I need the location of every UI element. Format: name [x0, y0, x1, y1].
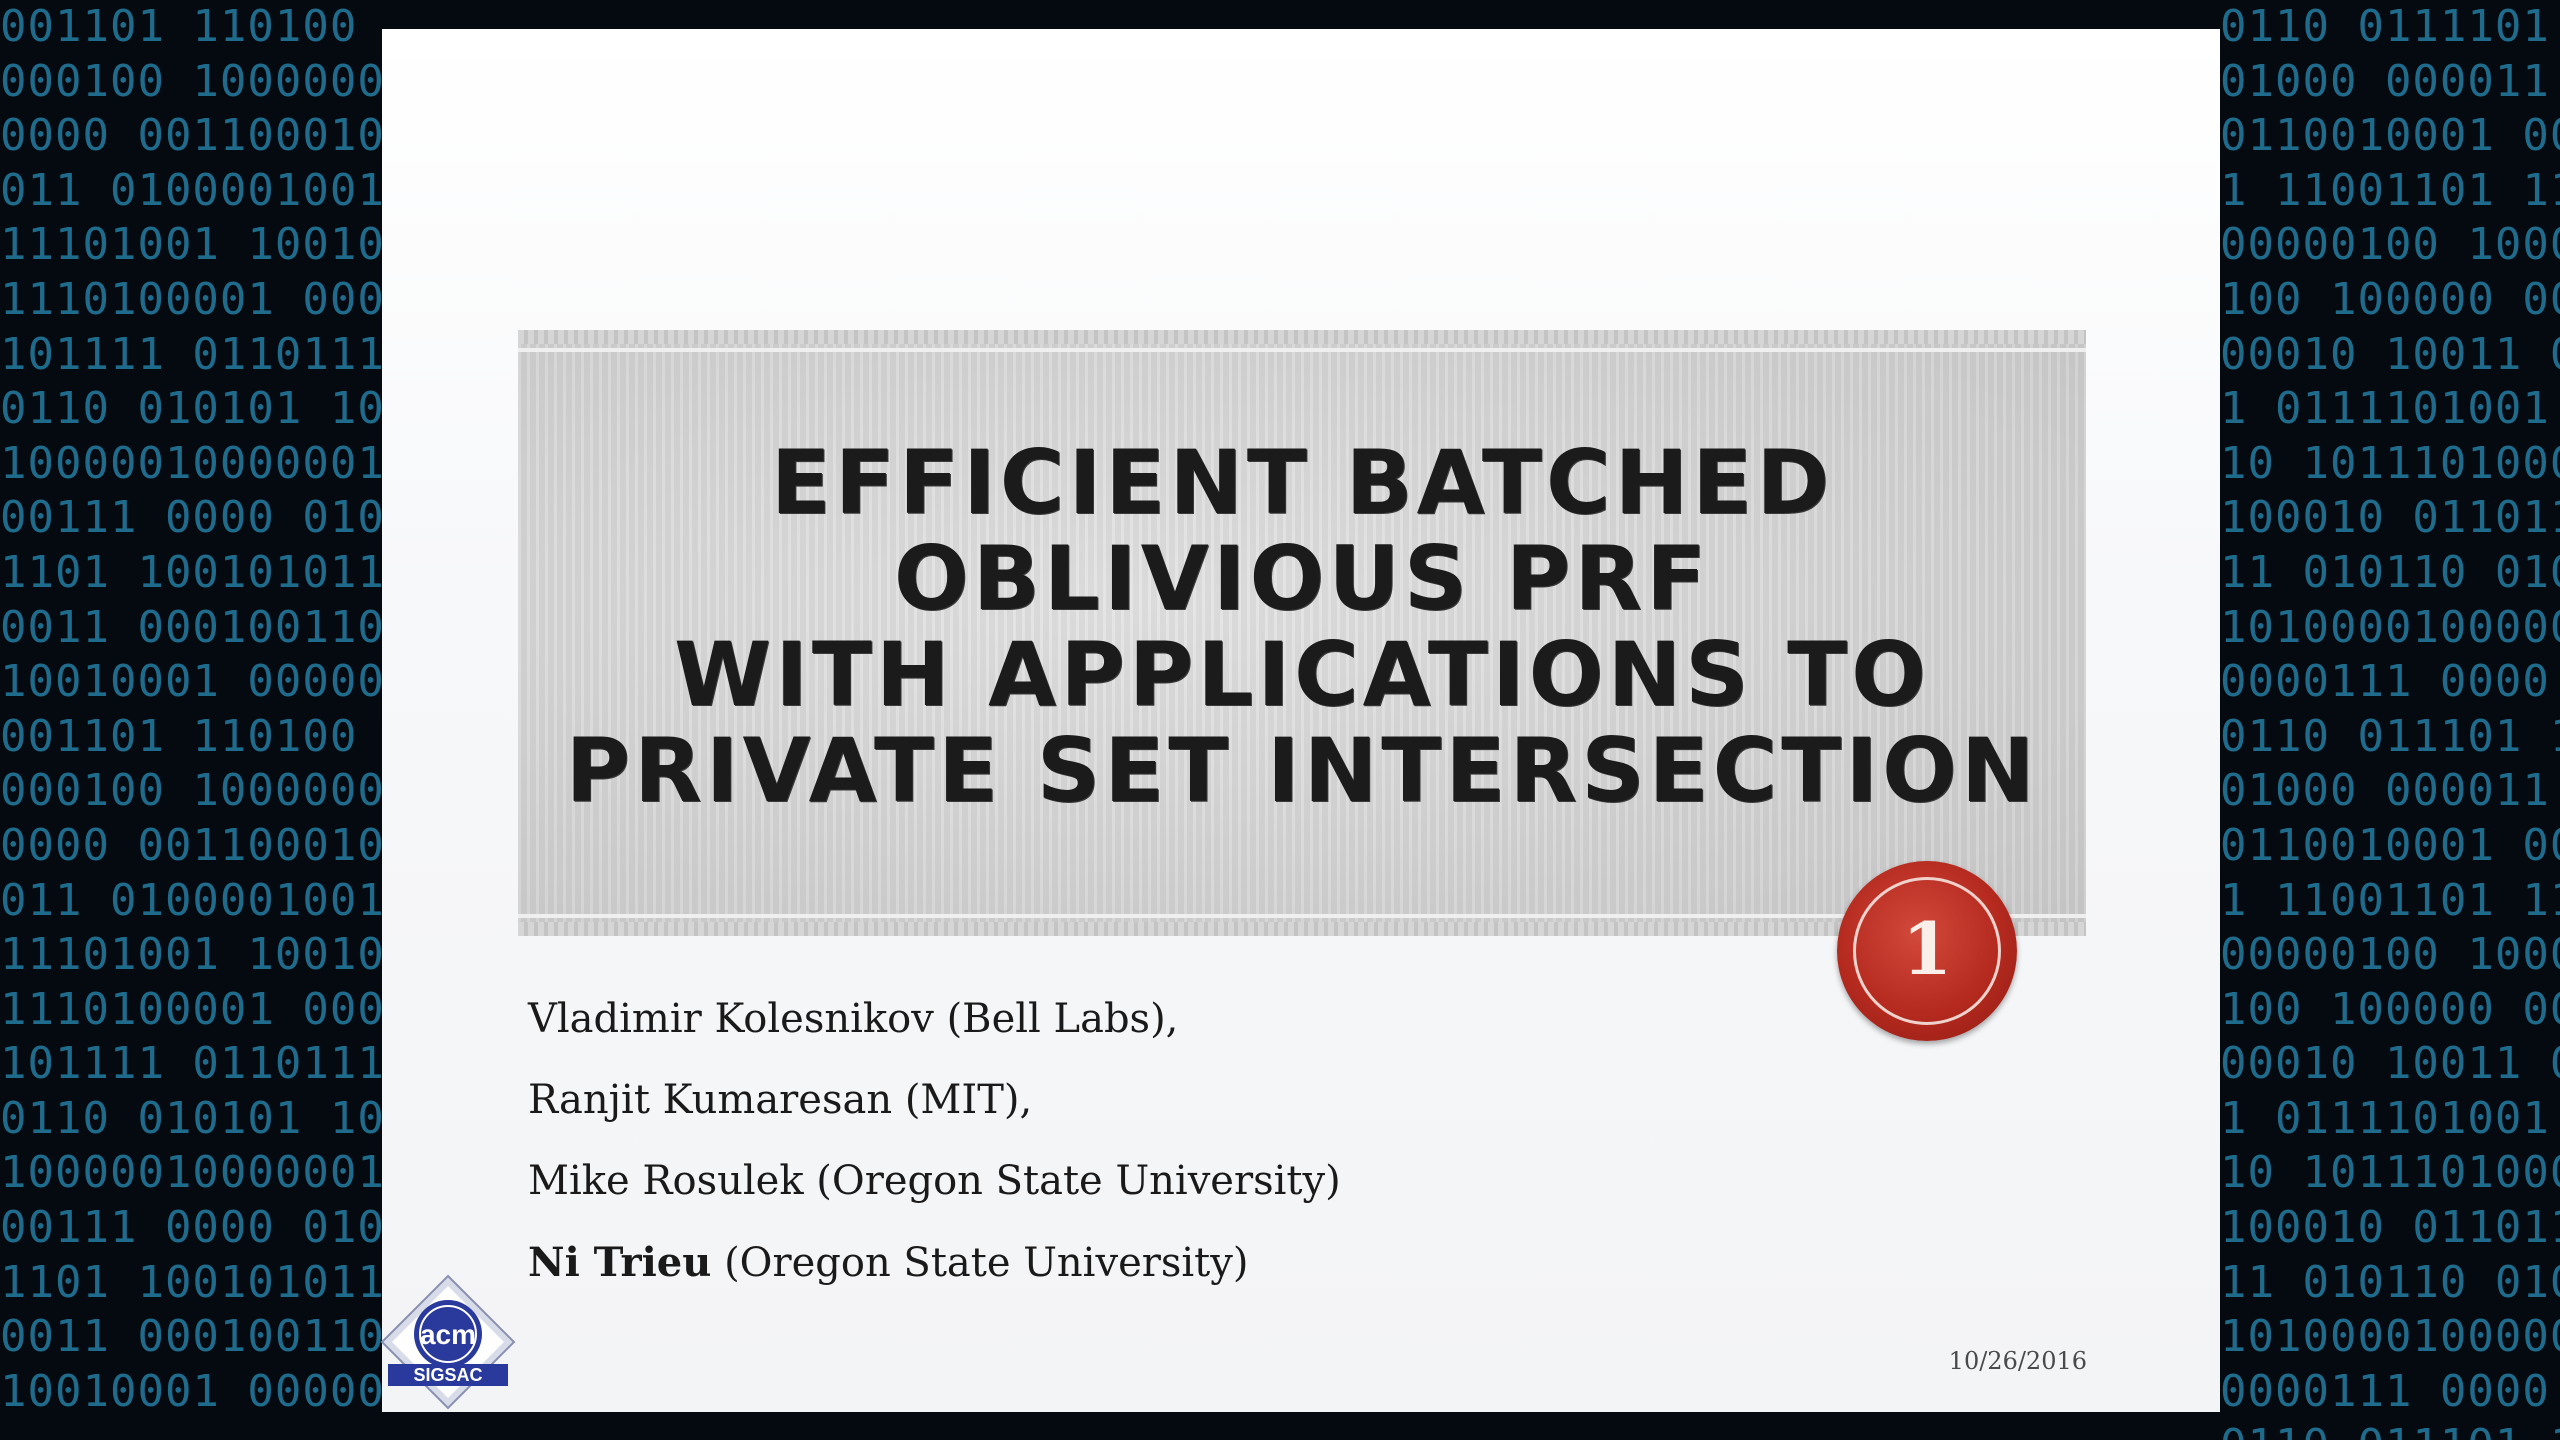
binary-row: 10 10111010000: [2220, 437, 2560, 489]
binary-row: 00010 10011 01: [2220, 1038, 2560, 1090]
binary-row: 1010000100000: [2220, 601, 2560, 653]
binary-row: 10000010000001 1: [0, 1147, 382, 1199]
binary-row: 01000 000011 0: [2220, 765, 2550, 817]
logo-top-text: acm: [420, 1319, 476, 1350]
binary-row: 000100 1000000 0: [0, 55, 382, 107]
binary-row: 0000 0011000101: [0, 819, 382, 871]
slide-date: 10/26/2016: [1948, 1347, 2087, 1375]
binary-row: 100 100000 001: [2220, 273, 2560, 325]
binary-row: 11101001 1001010: [0, 929, 382, 981]
binary-row: 00111 0000 01001: [0, 1202, 382, 1254]
binary-row: 0011 000100110 0: [0, 601, 382, 653]
presentation-slide: Efficient Batched Oblivious PRF with App…: [382, 29, 2220, 1412]
binary-row: 100010 0110111: [2220, 492, 2560, 544]
author-name: Ranjit Kumaresan: [528, 1077, 893, 1123]
author-name: Mike Rosulek: [528, 1158, 804, 1204]
binary-row: 001101 110100 00: [0, 710, 358, 762]
binary-row: 100010 0110111: [2220, 1202, 2560, 1254]
binary-row: 1110100001 00000: [0, 273, 382, 325]
binary-row: 000100 1000000 0: [0, 765, 382, 817]
binary-row: 1110100001 00000: [0, 983, 382, 1035]
binary-row: 10010001 000000: [0, 656, 382, 708]
binary-row: 10 10111010000: [2220, 1147, 2560, 1199]
binary-row: 001101 110100 00: [0, 1, 358, 52]
title-banner: Efficient Batched Oblivious PRF with App…: [518, 330, 2086, 936]
binary-row: 1101 100101011 1: [0, 546, 382, 598]
binary-row: 0110 010101 1001: [0, 1092, 382, 1144]
binary-row: 0110010001 00: [2220, 110, 2560, 162]
binary-row: 011 0100001001 0: [0, 164, 382, 216]
author-affiliation: (MIT),: [904, 1077, 1033, 1123]
author-line: Ni Trieu (Oregon State University): [528, 1222, 1728, 1303]
binary-row: 0110010001 00: [2220, 819, 2560, 871]
author-line: Mike Rosulek (Oregon State University): [528, 1141, 1728, 1222]
binary-row: 101111 01101111: [0, 328, 382, 380]
binary-row: 011 0100001001 0: [0, 874, 382, 926]
binary-row: 0011 000100110 0: [0, 1311, 382, 1363]
banner-top-line: [518, 348, 2086, 352]
binary-row: 11101001 1001010: [0, 219, 382, 271]
binary-row: 10000010000001 1: [0, 437, 382, 489]
author-line: Vladimir Kolesnikov (Bell Labs),: [528, 979, 1728, 1060]
author-line: Ranjit Kumaresan (MIT),: [528, 1060, 1728, 1141]
slide-number-badge: 1: [1837, 861, 2017, 1041]
badge-number: 1: [1901, 906, 1953, 991]
binary-row: 0110 011101 10: [2220, 710, 2560, 762]
author-affiliation: (Oregon State University): [816, 1158, 1341, 1204]
binary-row: 0000111 0000 0: [2220, 1365, 2550, 1417]
binary-background-left: 001101 110100 00000100 1000000 00000 001…: [0, 0, 382, 1440]
binary-row: 0110 010101 1001: [0, 383, 382, 435]
binary-row: 1 11001101 110: [2220, 874, 2560, 926]
binary-row: 01000 000011 0: [2220, 55, 2550, 107]
acm-sigsac-logo-icon: acm SIGSAC: [380, 1274, 516, 1410]
binary-row: 00010 10011 01: [2220, 328, 2560, 380]
binary-row: 0110 0111101 1: [2220, 1, 2550, 52]
binary-row: 100 100000 001: [2220, 983, 2560, 1035]
binary-row: 0000 0011000101: [0, 110, 382, 162]
binary-row: 10010001 000000: [0, 1365, 382, 1417]
binary-row: 00000100 1000: [2220, 219, 2560, 271]
logo-bottom-text: SIGSAC: [413, 1365, 482, 1385]
banner-top-edge: [518, 330, 2086, 344]
binary-row: 1101 100101011 1: [0, 1256, 382, 1308]
binary-row: 00000100 1000: [2220, 929, 2560, 981]
binary-background-right: 0110 0111101 101000 000011 00110010001 0…: [2220, 0, 2560, 1440]
binary-row: 101111 01101111: [0, 1038, 382, 1090]
binary-row: 1 0111101001 1: [2220, 1092, 2550, 1144]
binary-row: 0110 011101 10: [2220, 1419, 2560, 1440]
binary-row: 1 11001101 110: [2220, 164, 2560, 216]
presenter-name: Ni Trieu: [528, 1239, 712, 1286]
author-name: Vladimir Kolesnikov: [528, 996, 934, 1042]
binary-row: 0000111 0000 0: [2220, 656, 2550, 708]
binary-row: 00111 0000 01001: [0, 492, 382, 544]
author-affiliation: (Oregon State University): [724, 1240, 1249, 1286]
slide-title: Efficient Batched Oblivious PRF with App…: [565, 431, 2039, 822]
binary-row: 11 010110 0101: [2220, 1256, 2560, 1308]
binary-row: 1010000100000: [2220, 1311, 2560, 1363]
binary-row: 1 0111101001 1: [2220, 383, 2550, 435]
acm-sigsac-logo: acm SIGSAC: [378, 1272, 518, 1412]
author-affiliation: (Bell Labs),: [946, 996, 1179, 1042]
binary-row: 11 010110 0101: [2220, 546, 2560, 598]
author-list: Vladimir Kolesnikov (Bell Labs), Ranjit …: [528, 979, 1728, 1303]
